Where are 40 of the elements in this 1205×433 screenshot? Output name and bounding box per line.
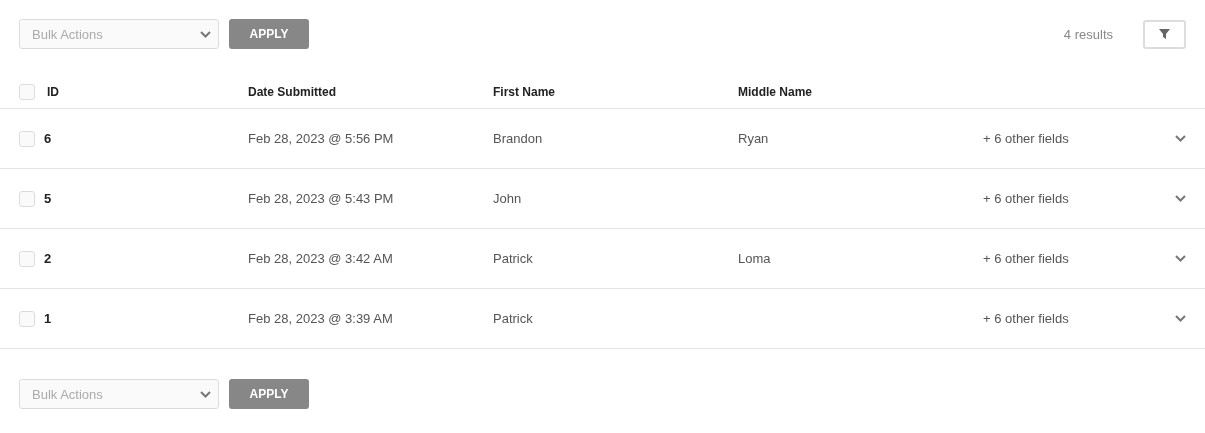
- first-name-cell: Patrick: [493, 251, 533, 266]
- expand-chevron-icon[interactable]: [1175, 315, 1186, 322]
- column-header: Date Submitted: [248, 84, 337, 99]
- checkbox[interactable]: [19, 310, 35, 327]
- dropdown-placeholder: Bulk Actions: [32, 386, 103, 402]
- checkbox[interactable]: [19, 250, 35, 267]
- id-cell: 1: [44, 311, 52, 326]
- checkbox[interactable]: [19, 130, 35, 147]
- middle-name-cell: Ryan: [738, 131, 769, 146]
- first-name-cell: Brandon: [493, 131, 543, 146]
- other-fields-link[interactable]: + 6 other fields: [983, 191, 1069, 206]
- other-fields-link[interactable]: + 6 other fields: [983, 251, 1069, 266]
- apply-button[interactable]: APPLY: [229, 19, 309, 49]
- column-header: ID: [46, 84, 60, 99]
- date-cell: Feb 28, 2023 @ 5:43 PM: [248, 191, 394, 206]
- column-header: First Name: [493, 84, 557, 99]
- date-cell: Feb 28, 2023 @ 3:39 AM: [248, 311, 393, 326]
- expand-chevron-icon[interactable]: [1175, 195, 1186, 202]
- middle-name-cell: Loma: [738, 251, 771, 266]
- results-count: 4 results: [1063, 26, 1113, 42]
- column-header: Middle Name: [738, 84, 813, 99]
- other-fields-link[interactable]: + 6 other fields: [983, 131, 1069, 146]
- apply-button[interactable]: APPLY: [229, 379, 309, 409]
- checkbox[interactable]: [19, 83, 35, 100]
- id-cell: 2: [44, 251, 52, 266]
- chevron-down-icon: [200, 390, 211, 398]
- dropdown-placeholder: Bulk Actions: [32, 26, 103, 42]
- filter-icon: [1159, 29, 1170, 39]
- id-cell: 6: [44, 131, 52, 146]
- first-name-cell: John: [493, 191, 522, 206]
- date-cell: Feb 28, 2023 @ 5:56 PM: [248, 131, 394, 146]
- chevron-down-icon: [200, 30, 211, 38]
- first-name-cell: Patrick: [493, 311, 533, 326]
- other-fields-link[interactable]: + 6 other fields: [983, 311, 1069, 326]
- date-cell: Feb 28, 2023 @ 3:42 AM: [248, 251, 393, 266]
- id-cell: 5: [44, 191, 52, 206]
- filter-button[interactable]: [1143, 19, 1186, 49]
- expand-chevron-icon[interactable]: [1175, 255, 1186, 262]
- expand-chevron-icon[interactable]: [1175, 135, 1186, 142]
- checkbox[interactable]: [19, 190, 35, 207]
